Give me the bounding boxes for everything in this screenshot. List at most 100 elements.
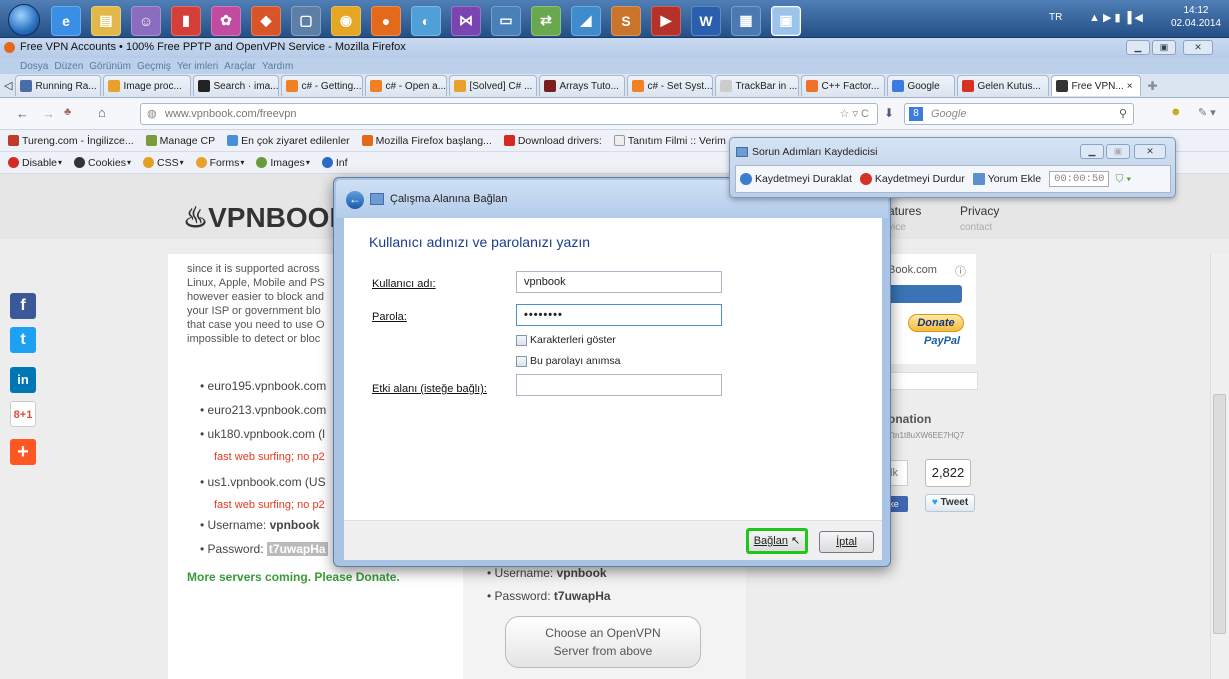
devbar-menu[interactable]: Images ▾ [256, 157, 310, 169]
tools-icon[interactable]: ◆ [251, 5, 281, 36]
reload-icon[interactable]: ☆ ▿ C [840, 104, 869, 124]
server-host[interactable]: euro213.vpnbook.com [208, 403, 327, 417]
browser-tab[interactable]: c# - Getting... [281, 75, 364, 96]
username-field[interactable]: vpnbook [516, 271, 722, 293]
back-arrow-icon[interactable]: ← [346, 191, 364, 209]
bookmark-item[interactable]: Mozilla Firefox başlang... [361, 135, 492, 147]
slides-icon[interactable]: S [611, 5, 641, 36]
devbar-menu[interactable]: Forms ▾ [195, 157, 244, 169]
menu-item-1[interactable]: Düzen [54, 61, 83, 72]
domain-field[interactable] [516, 374, 722, 396]
word-icon[interactable]: W [691, 5, 721, 36]
browser-tab[interactable]: Free VPN... × [1051, 75, 1142, 96]
nav-contact[interactable]: contact [960, 222, 992, 233]
recorder-icon[interactable]: ▶ [651, 5, 681, 36]
browser-tab[interactable]: Arrays Tuto... [539, 75, 626, 96]
donate-button[interactable]: Donate [908, 314, 964, 332]
vpnbook-logo[interactable]: ♨VPNBOOK [183, 201, 350, 234]
browser-tab[interactable]: Running Ra... [15, 75, 102, 96]
twitter-icon[interactable]: t [10, 327, 36, 353]
recorder-maximize-button[interactable]: ▣ [1106, 144, 1130, 159]
home-icon[interactable]: ⌂ [98, 105, 106, 120]
maximize-button[interactable]: ▣ [1152, 40, 1176, 55]
help-icon[interactable]: ⛉ ▾ [1115, 173, 1131, 186]
site-identity-icon[interactable]: ◍ [147, 104, 157, 124]
browser-tab[interactable]: [Solved] C# ... [449, 75, 538, 96]
start-button[interactable] [8, 4, 40, 36]
ie-icon[interactable]: e [51, 5, 81, 36]
explorer-icon[interactable]: ▤ [91, 5, 121, 36]
connect-button[interactable]: Bağlan ↖ [746, 528, 808, 554]
add-comment-button[interactable]: Yorum Ekle [972, 173, 1041, 185]
bookmark-item[interactable]: Manage CP [145, 135, 215, 147]
menu-item-5[interactable]: Araçlar [224, 61, 256, 72]
devbar-menu[interactable]: Disable ▾ [8, 157, 62, 169]
remember-password-checkbox[interactable]: Bu parolayı anımsa [516, 355, 620, 367]
devbar-menu[interactable]: Cookies ▾ [74, 157, 131, 169]
page-scrollbar[interactable] [1210, 254, 1229, 679]
back-icon[interactable]: ← [16, 106, 29, 121]
network-icon[interactable]: ⇄ [531, 5, 561, 36]
menu-icon[interactable]: ✎ ▾ [1198, 106, 1216, 119]
monitor-icon[interactable]: ▭ [491, 5, 521, 36]
pause-recording-button[interactable]: Kaydetmeyi Duraklat [740, 173, 852, 185]
search-icon[interactable]: ⚲ [1119, 104, 1127, 124]
stop-recording-button[interactable]: Kaydetmeyi Durdur [859, 173, 965, 185]
recorder-minimize-button[interactable]: ▁ [1080, 144, 1104, 159]
remote-icon[interactable]: ▦ [731, 5, 761, 36]
nav-privacy[interactable]: Privacy [960, 204, 999, 218]
app-icon[interactable]: ◢ [571, 5, 601, 36]
tab-scroll-left-icon[interactable]: ◁ [4, 79, 12, 92]
vpn-icon[interactable]: ◐ [411, 5, 441, 36]
bookmark-item[interactable]: Download drivers: [503, 135, 602, 147]
show-characters-checkbox[interactable]: Karakterleri göster [516, 334, 616, 346]
browser-tab[interactable]: Search · ima... [193, 75, 280, 96]
devbar-menu[interactable]: Inf [321, 157, 348, 169]
close-button[interactable]: ✕ [1183, 40, 1213, 55]
linkedin-icon[interactable]: in [10, 367, 36, 393]
menu-item-0[interactable]: Dosya [20, 61, 48, 72]
browser-tab[interactable]: Google [887, 75, 956, 96]
chrome-icon[interactable]: ◉ [331, 5, 361, 36]
download-icon[interactable]: ⬇ [884, 106, 894, 120]
password-field[interactable]: •••••••• [516, 304, 722, 326]
donate-amount-field[interactable] [886, 285, 962, 303]
bookmark-item[interactable]: En çok ziyaret edilenler [227, 135, 350, 147]
new-tab-icon[interactable]: ✚ [1147, 79, 1157, 93]
forward-icon[interactable]: → [42, 106, 55, 121]
tray-icons[interactable]: ▲ ▶ ▮ ▐ ◀ [1089, 11, 1143, 24]
language-indicator[interactable]: TR [1049, 12, 1062, 23]
tab-close-icon[interactable]: × [1127, 81, 1133, 92]
browser-tab[interactable]: Image proc... [103, 75, 192, 96]
steps-icon[interactable]: ▣ [771, 5, 801, 36]
recorder-close-button[interactable]: ✕ [1134, 144, 1166, 159]
server-host[interactable]: uk180.vpnbook.com (l [208, 427, 325, 441]
search-box[interactable]: 8 Google ⚲ [904, 103, 1134, 125]
facebook-icon[interactable]: f [10, 293, 36, 319]
server-host[interactable]: us1.vpnbook.com (US [208, 475, 326, 489]
nav-features[interactable]: atures [888, 204, 921, 218]
browser-tab[interactable]: Gelen Kutus... [957, 75, 1050, 96]
scrollbar-thumb[interactable] [1213, 394, 1226, 634]
menu-item-2[interactable]: Görünüm [89, 61, 131, 72]
menu-item-3[interactable]: Geçmiş [137, 61, 171, 72]
choose-openvpn-button[interactable]: Choose an OpenVPN Server from above [505, 616, 701, 668]
menu-item-4[interactable]: Yer imleri [177, 61, 218, 72]
url-bar[interactable]: ◍ www.vpnbook.com/freevpn ☆ ▿ C [140, 103, 878, 125]
tweet-button[interactable]: ♥ Tweet [925, 494, 975, 512]
cancel-button[interactable]: İptal [819, 531, 874, 553]
browser-tab[interactable]: c# - Open a... [365, 75, 448, 96]
media-icon[interactable]: ▮ [171, 5, 201, 36]
browser-tab[interactable]: C++ Factor... [801, 75, 886, 96]
box-icon[interactable]: ▢ [291, 5, 321, 36]
addon-icon[interactable]: ♣ [64, 106, 71, 118]
people-icon[interactable]: ☺ [131, 5, 161, 36]
minimize-button[interactable]: ▁ [1126, 40, 1150, 55]
browser-tab[interactable]: TrackBar in ... [715, 75, 800, 96]
paint-icon[interactable]: ✿ [211, 5, 241, 36]
menu-item-6[interactable]: Yardım [262, 61, 294, 72]
server-host[interactable]: euro195.vpnbook.com [208, 379, 327, 393]
info-icon[interactable]: ⓘ [955, 263, 966, 279]
browser-tab[interactable]: c# - Set Syst... [627, 75, 714, 96]
googleplus-icon[interactable]: 8+1 [10, 401, 36, 427]
